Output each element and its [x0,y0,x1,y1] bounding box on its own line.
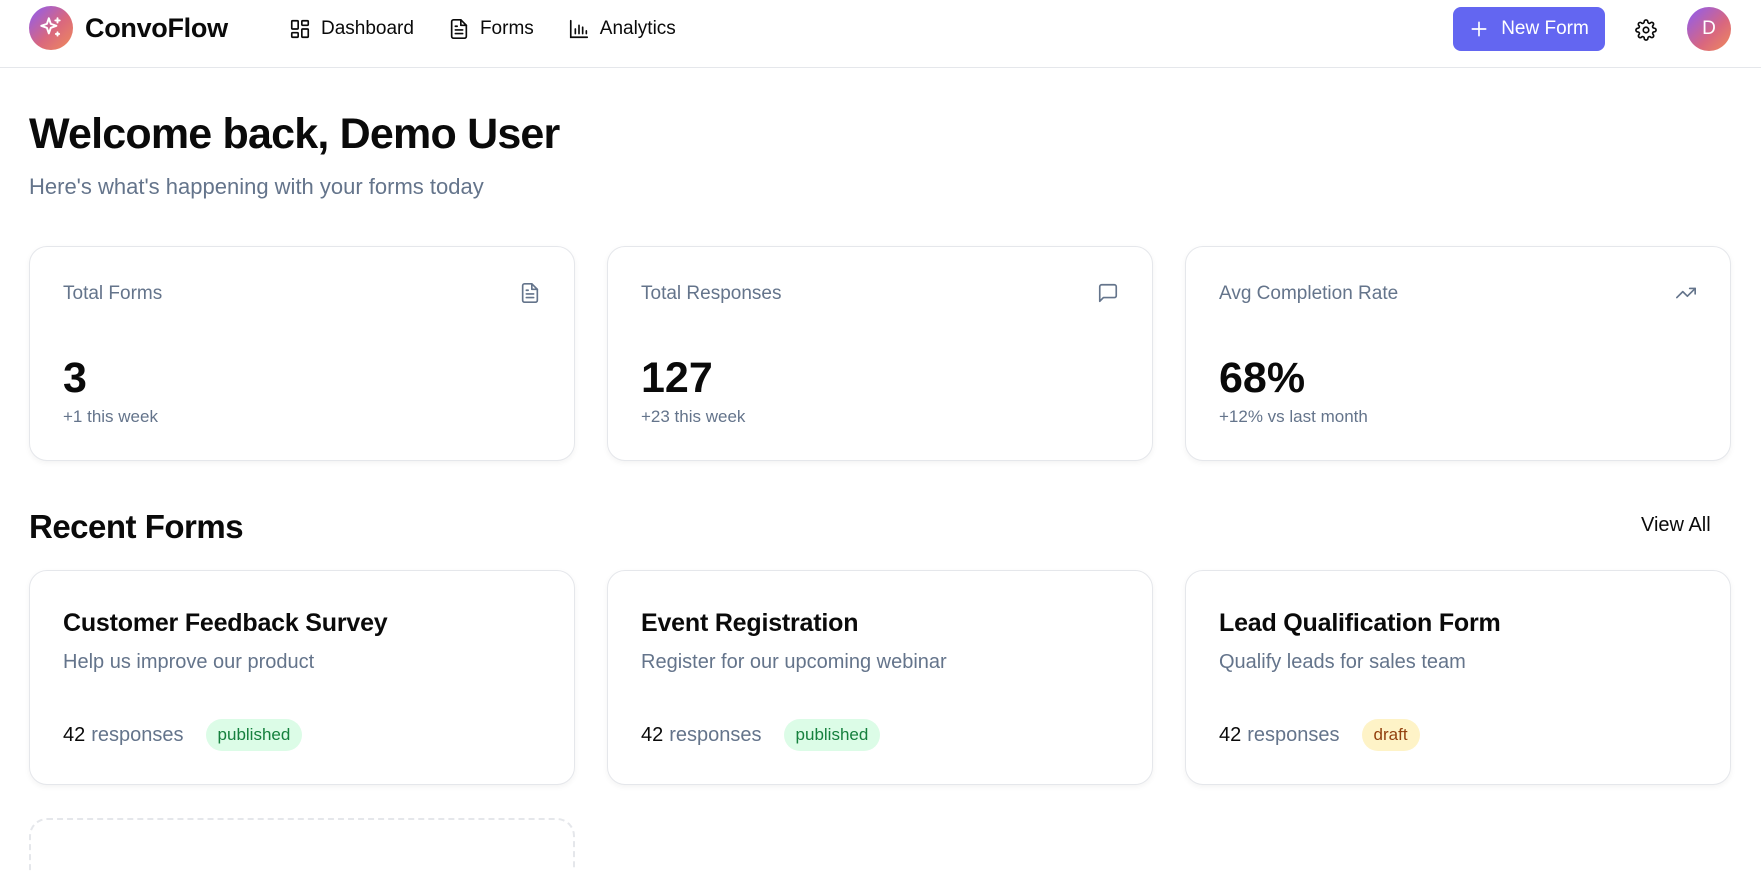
stat-label: Total Responses [641,283,782,304]
form-title: Event Registration [641,609,859,637]
form-meta: 42 responses published [63,719,303,751]
message-icon [1098,283,1118,303]
view-all-link[interactable]: View All [1641,514,1711,537]
brand[interactable]: ConvoFlow [29,6,228,50]
app-name: ConvoFlow [85,12,228,43]
stat-card-completion-rate: Avg Completion Rate 68% +12% vs last mon… [1185,246,1731,461]
section-title-recent-forms: Recent Forms [29,508,244,545]
response-count: 42 [1219,723,1242,746]
settings-button[interactable] [1631,15,1661,45]
form-card[interactable]: Event Registration Register for our upco… [607,570,1153,785]
new-form-button[interactable]: New Form [1453,7,1605,51]
stat-label: Avg Completion Rate [1219,283,1399,304]
response-count: 42 [63,723,86,746]
nav-analytics-label: Analytics [599,18,676,39]
nav-analytics[interactable]: Analytics [568,12,676,46]
form-title: Customer Feedback Survey [63,609,388,637]
bar-chart-icon [569,19,588,39]
top-navigation-bar: ConvoFlow Dashboard Forms Analytics New … [0,0,1761,68]
stat-change: +1 this week [63,407,158,426]
stat-value: 3 [63,354,87,402]
main-nav: Dashboard Forms Analytics [289,12,710,46]
status-badge: published [783,719,881,751]
form-description: Help us improve our product [63,651,315,673]
trending-up-icon [1676,287,1696,299]
status-badge: published [205,719,303,751]
form-title: Lead Qualification Form [1219,609,1501,637]
response-label: responses [1247,723,1340,746]
response-label: responses [91,723,184,746]
stat-change: +12% vs last month [1219,407,1368,426]
form-description: Register for our upcoming webinar [641,651,947,673]
page-title: Welcome back, Demo User [29,110,560,158]
nav-dashboard[interactable]: Dashboard [289,12,414,46]
nav-forms[interactable]: Forms [448,12,534,46]
gear-icon [1635,19,1657,41]
stat-value: 68% [1219,354,1306,402]
stat-value: 127 [641,354,713,402]
plus-icon [1471,21,1487,37]
status-badge: draft [1361,719,1420,751]
stat-change: +23 this week [641,407,746,426]
form-meta: 42 responses published [641,719,881,751]
form-card[interactable]: Lead Qualification Form Qualify leads fo… [1185,570,1731,785]
stat-label: Total Forms [63,283,163,304]
document-icon [521,283,539,303]
page-subtitle: Here's what's happening with your forms … [29,174,484,199]
form-meta: 42 responses draft [1219,719,1420,751]
nav-forms-label: Forms [479,18,534,39]
stat-card-total-forms: Total Forms 3 +1 this week [29,246,575,461]
create-form-card[interactable] [29,818,575,871]
form-description: Qualify leads for sales team [1219,651,1466,673]
response-count: 42 [641,723,664,746]
nav-dashboard-label: Dashboard [321,18,414,39]
document-icon [450,19,468,39]
stat-card-total-responses: Total Responses 127 +23 this week [607,246,1153,461]
form-card[interactable]: Customer Feedback Survey Help us improve… [29,570,575,785]
sparkles-icon [29,6,73,50]
user-avatar[interactable]: D [1687,7,1731,51]
new-form-label: New Form [1501,18,1589,39]
dashboard-icon [290,19,310,39]
response-label: responses [669,723,762,746]
